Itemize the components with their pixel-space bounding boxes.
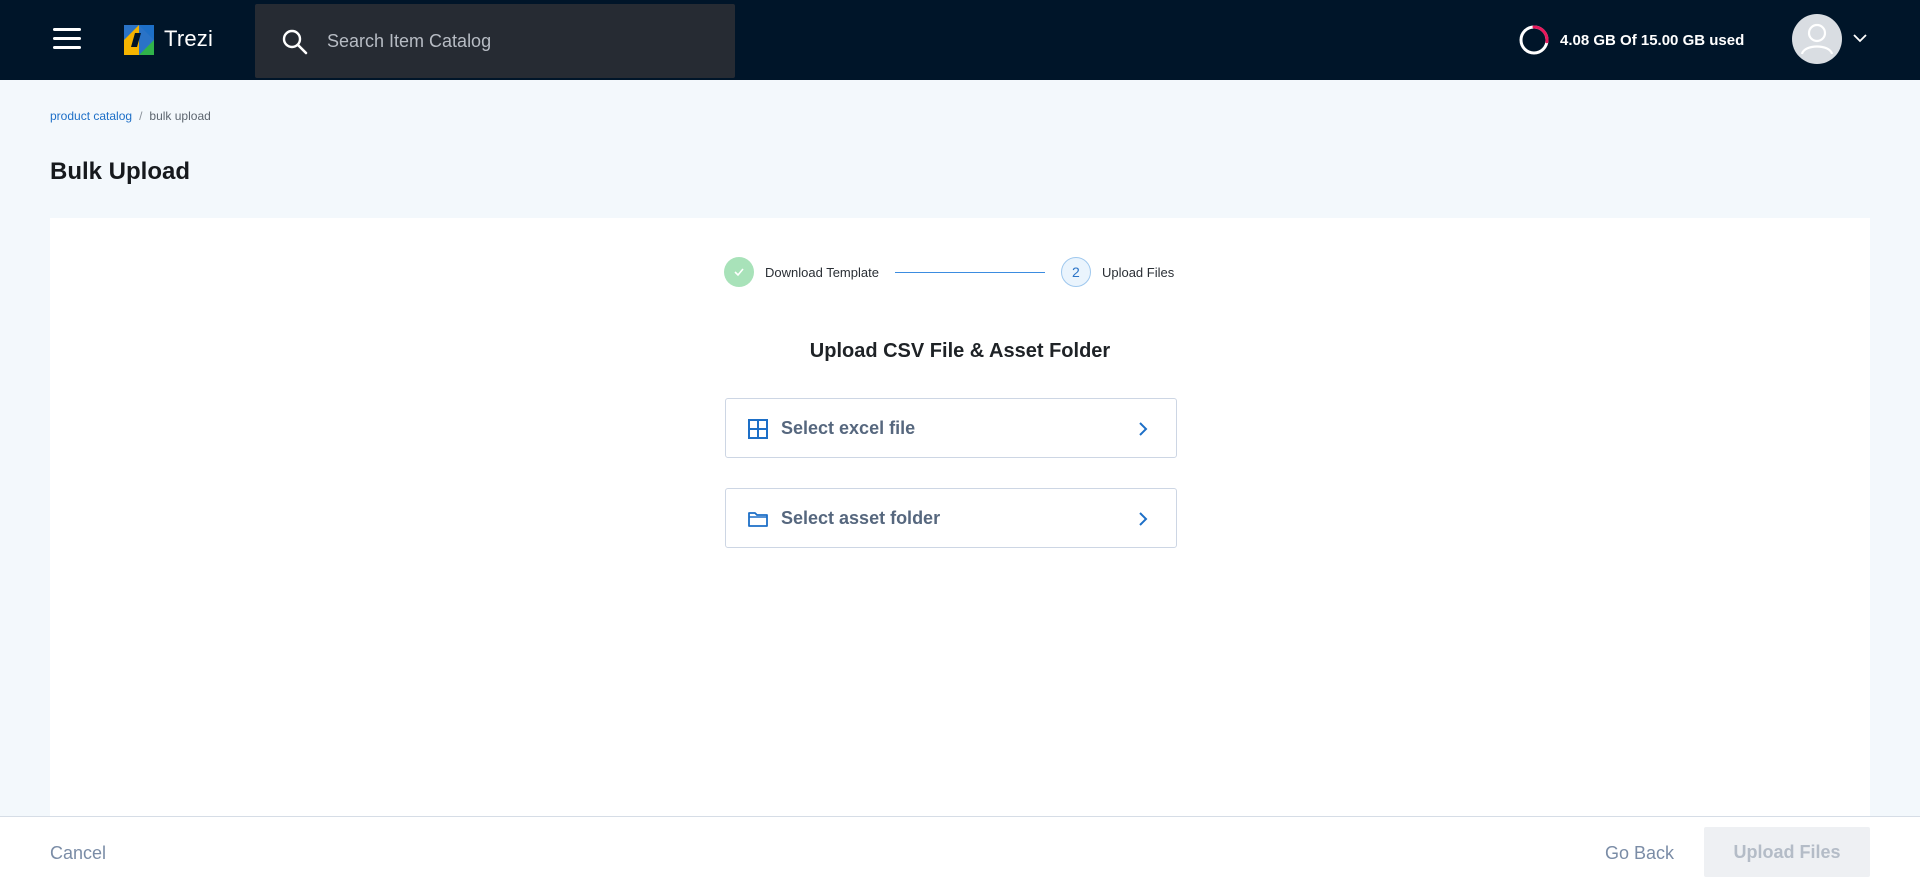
select-asset-folder-label: Select asset folder: [781, 508, 941, 528]
upload-heading: Upload CSV File & Asset Folder: [809, 340, 1111, 362]
select-excel-file-label: Select excel file: [781, 418, 916, 438]
bulk-upload-card: Download Template 2 Upload Files Upload …: [50, 218, 1870, 818]
step-connector-line: [894, 271, 1045, 273]
cancel-button[interactable]: Cancel: [50, 843, 106, 864]
select-excel-file-button[interactable]: Select excel file: [725, 398, 1177, 458]
folder-icon: [748, 512, 768, 527]
chevron-right-icon: [1139, 422, 1148, 436]
select-asset-folder-button[interactable]: Select asset folder: [725, 488, 1177, 548]
go-back-button[interactable]: Go Back: [1605, 843, 1674, 864]
upload-stepper: Download Template 2 Upload Files: [724, 256, 1174, 288]
upload-files-button[interactable]: Upload Files: [1704, 827, 1870, 877]
trezi-logo[interactable]: [124, 25, 154, 55]
hamburger-menu-icon[interactable]: [53, 28, 81, 50]
storage-ring-icon: [1519, 25, 1549, 55]
search-icon[interactable]: [281, 28, 309, 56]
step-label-download-template: Download Template: [765, 264, 879, 280]
storage-usage-label: 4.08 GB Of 15.00 GB used: [1560, 31, 1745, 49]
search-input[interactable]: [327, 26, 717, 56]
breadcrumb-link-product-catalog[interactable]: product catalog: [50, 109, 132, 123]
user-avatar-icon[interactable]: [1792, 14, 1842, 64]
breadcrumb: product catalog / bulk upload: [50, 109, 211, 123]
breadcrumb-separator: /: [139, 109, 143, 123]
step-number-badge: 2: [1060, 257, 1091, 287]
brand-name[interactable]: Trezi: [164, 26, 213, 52]
table-grid-icon: [748, 419, 768, 439]
search-bar[interactable]: [255, 4, 735, 78]
chevron-down-icon[interactable]: [1852, 32, 1868, 44]
step-label-upload-files: Upload Files: [1101, 264, 1175, 280]
step-completed-check-icon: [724, 257, 754, 287]
storage-usage-indicator: 4.08 GB Of 15.00 GB used: [1518, 24, 1744, 56]
breadcrumb-current-page: bulk upload: [149, 109, 211, 123]
chevron-right-icon: [1139, 512, 1148, 526]
page-title: Bulk Upload: [50, 158, 191, 185]
action-footer: Cancel Go Back Upload Files: [0, 816, 1920, 887]
top-navigation-bar: Trezi 4.08 GB Of 15.00 GB used: [0, 0, 1920, 80]
